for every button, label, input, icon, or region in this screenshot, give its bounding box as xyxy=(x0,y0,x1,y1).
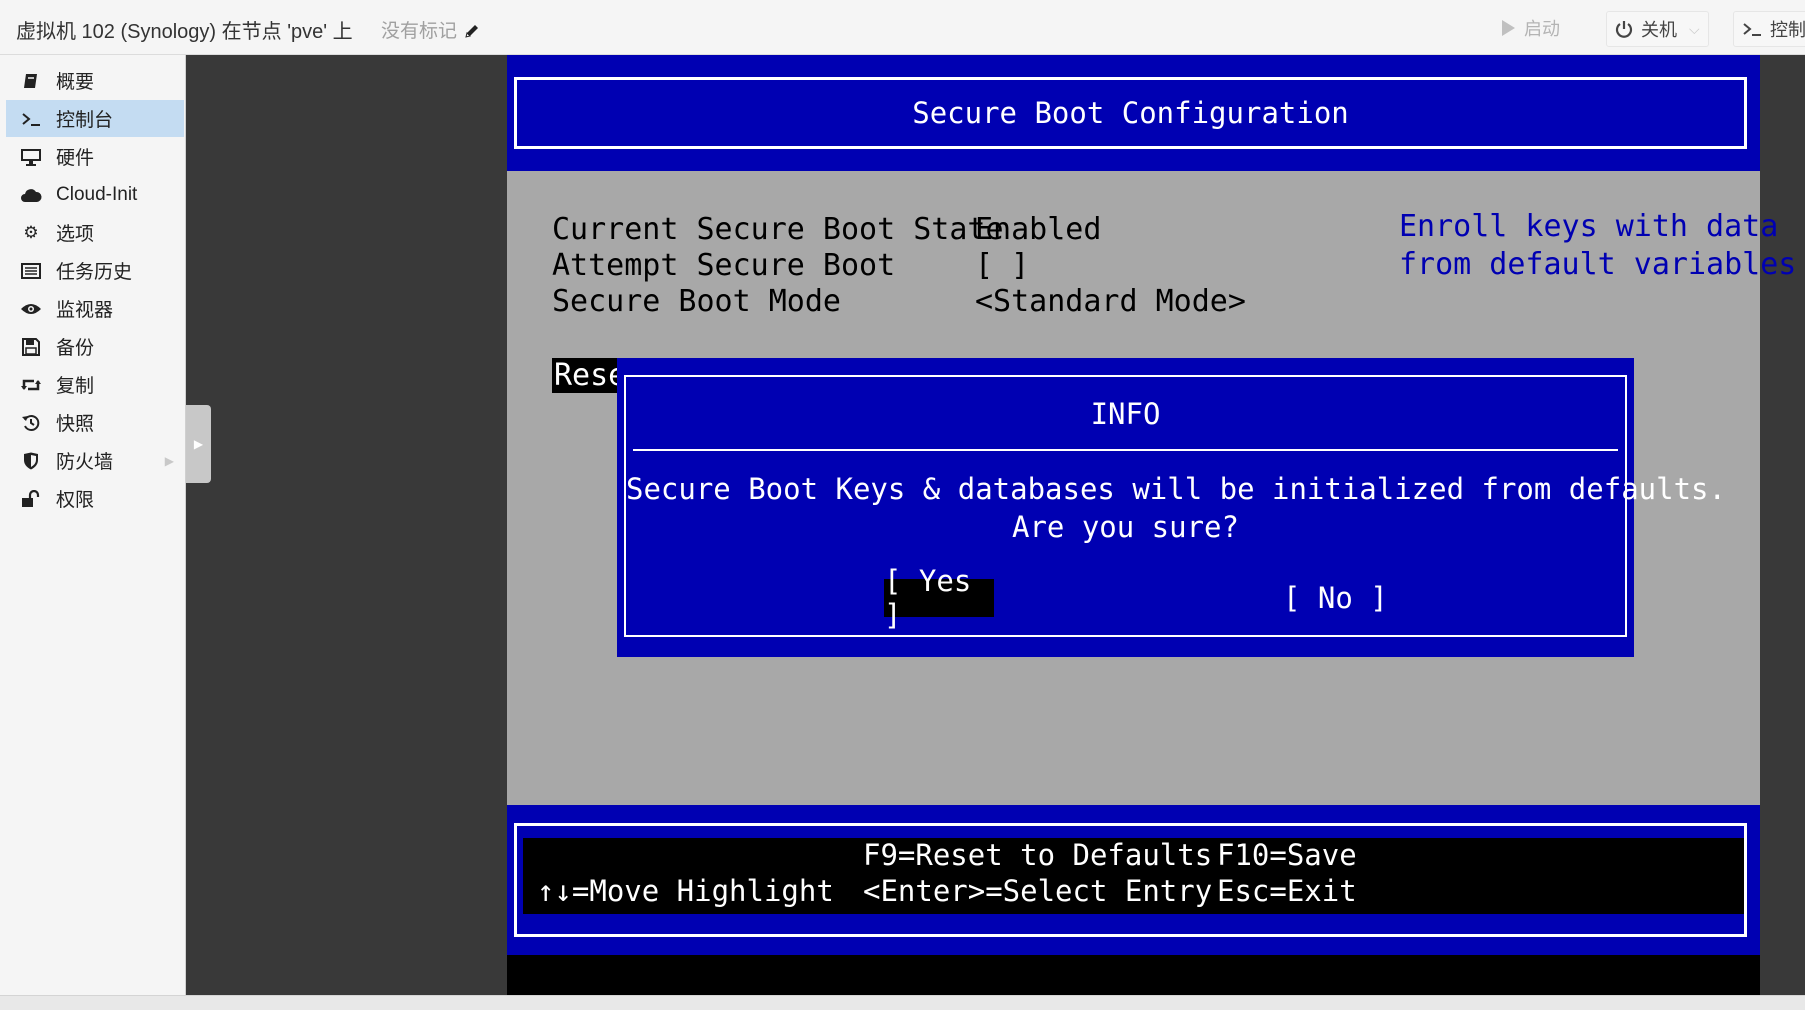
key-help-f9: F9=Reset to Defaults xyxy=(863,838,1213,872)
key-help-bar: ↑↓=Move Highlight F9=Reset to Defaults <… xyxy=(523,838,1744,914)
chevron-right-icon: ▶ xyxy=(164,453,174,468)
help-text: Enroll keys with data from default varia… xyxy=(1399,209,1797,282)
sidebar-item-label: 备份 xyxy=(56,338,95,359)
info-dialog: INFO Secure Boot Keys & databases will b… xyxy=(617,358,1726,657)
history-icon xyxy=(18,414,44,432)
dialog-question: Are you sure? xyxy=(1012,510,1239,544)
sidebar-item-label: 概要 xyxy=(56,72,95,93)
floppy-icon xyxy=(18,337,44,356)
sidebar-item-replication[interactable]: 复制 xyxy=(6,366,184,403)
sidebar-item-snapshots[interactable]: 快照 xyxy=(6,404,184,441)
sidebar-item-monitor[interactable]: 监视器 xyxy=(6,290,184,327)
dialog-divider xyxy=(633,449,1618,451)
shutdown-label: 关机 xyxy=(1641,20,1677,40)
sidebar: 概要 控制台 硬件 Cloud-Init ⚙ 选项 任务历史 监视器 备份 复制… xyxy=(0,55,186,995)
gear-icon: ⚙ xyxy=(23,222,39,242)
console-button[interactable]: 控制 xyxy=(1733,11,1805,47)
bios-header: Secure Boot Configuration xyxy=(507,55,1760,171)
play-icon xyxy=(1500,19,1516,37)
top-toolbar: 虚拟机 102 (Synology) 在节点 'pve' 上 没有标记 启动 关… xyxy=(0,0,1805,55)
sidebar-item-label: 复制 xyxy=(56,376,95,397)
tags-label: 没有标记 xyxy=(381,21,458,42)
sidebar-item-console[interactable]: 控制台 xyxy=(6,100,184,137)
sidebar-item-options[interactable]: ⚙ 选项 xyxy=(6,214,184,251)
key-help-enter: <Enter>=Select Entry xyxy=(863,874,1213,908)
attempt-secure-boot-checkbox[interactable]: [ ] xyxy=(975,248,1029,283)
sidebar-item-label: 选项 xyxy=(56,224,95,245)
unlock-icon xyxy=(18,489,44,508)
desktop-icon xyxy=(18,148,44,166)
current-secure-boot-state-label: Current Secure Boot State xyxy=(552,212,1004,247)
eye-icon xyxy=(18,302,44,316)
no-button[interactable]: [ No ] xyxy=(1283,579,1388,617)
start-button[interactable]: 启动 xyxy=(1500,11,1560,45)
pencil-icon[interactable] xyxy=(462,21,480,42)
console-label: 控制 xyxy=(1770,20,1805,40)
sidebar-item-summary[interactable]: 概要 xyxy=(6,62,184,99)
shield-icon xyxy=(18,452,44,470)
list-icon xyxy=(18,262,44,279)
bios-header-frame: Secure Boot Configuration xyxy=(514,77,1747,149)
power-icon xyxy=(1615,20,1633,38)
tags-editor[interactable]: 没有标记 xyxy=(381,16,480,43)
sidebar-item-label: Cloud-Init xyxy=(56,183,138,205)
sidebar-item-task-history[interactable]: 任务历史 xyxy=(6,252,184,289)
dialog-message: Secure Boot Keys & databases will be ini… xyxy=(626,472,1726,506)
cloud-icon xyxy=(18,187,44,203)
sidebar-item-hardware[interactable]: 硬件 xyxy=(6,138,184,175)
vm-title: 虚拟机 102 (Synology) 在节点 'pve' 上 xyxy=(16,21,353,43)
sidebar-item-backup[interactable]: 备份 xyxy=(6,328,184,365)
sidebar-item-permissions[interactable]: 权限 xyxy=(6,480,184,517)
secure-boot-mode-select[interactable]: <Standard Mode> xyxy=(975,284,1246,319)
sidebar-toggle-handle[interactable]: ▶ xyxy=(186,405,211,483)
key-help-f10: F10=Save xyxy=(1217,838,1357,872)
sidebar-item-firewall[interactable]: 防火墙 ▶ xyxy=(6,442,184,479)
sidebar-item-label: 控制台 xyxy=(56,110,114,131)
sidebar-item-cloud-init[interactable]: Cloud-Init xyxy=(6,176,184,213)
bios-title: Secure Boot Configuration xyxy=(912,96,1349,130)
sidebar-item-label: 防火墙 xyxy=(56,452,114,473)
info-dialog-frame: INFO Secure Boot Keys & databases will b… xyxy=(624,375,1726,637)
sidebar-item-label: 监视器 xyxy=(56,300,114,321)
shutdown-button[interactable]: 关机 ⌵ xyxy=(1606,11,1709,47)
secure-boot-mode-label[interactable]: Secure Boot Mode xyxy=(552,284,841,319)
sidebar-item-label: 权限 xyxy=(56,490,95,511)
book-icon xyxy=(18,72,44,90)
caret-right-icon: ▶ xyxy=(193,437,204,451)
chevron-down-icon[interactable]: ⌵ xyxy=(1689,21,1700,38)
key-help-esc: Esc=Exit xyxy=(1217,874,1357,908)
sidebar-item-label: 硬件 xyxy=(56,148,95,169)
bios-bottom-strip xyxy=(507,955,1760,995)
start-label: 启动 xyxy=(1524,19,1560,39)
sidebar-item-label: 任务历史 xyxy=(56,262,133,283)
dialog-title: INFO xyxy=(1090,397,1161,431)
terminal-icon xyxy=(18,111,44,127)
sidebar-item-label: 快照 xyxy=(56,414,95,435)
key-help-move: ↑↓=Move Highlight xyxy=(537,874,834,908)
attempt-secure-boot-label[interactable]: Attempt Secure Boot xyxy=(552,248,895,283)
retweet-icon xyxy=(18,377,44,393)
terminal-icon xyxy=(1742,21,1762,37)
bios-footer: ↑↓=Move Highlight F9=Reset to Defaults <… xyxy=(507,805,1760,955)
status-bar xyxy=(0,995,1805,1010)
yes-button[interactable]: [ Yes ] xyxy=(884,564,994,632)
current-secure-boot-state-value: Enabled xyxy=(975,212,1102,247)
bios-screen[interactable]: Secure Boot Configuration Current Secure… xyxy=(507,55,1796,995)
